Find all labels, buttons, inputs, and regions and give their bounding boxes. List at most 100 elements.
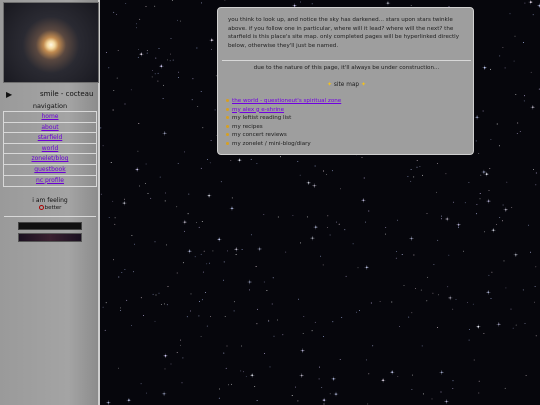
badge-stamp[interactable] xyxy=(18,233,82,242)
star xyxy=(176,272,178,274)
star xyxy=(323,170,325,172)
star xyxy=(410,180,412,182)
star xyxy=(102,145,104,147)
star-sparkle xyxy=(162,131,167,136)
star xyxy=(170,363,172,365)
star xyxy=(235,254,237,255)
star-sparkle xyxy=(486,290,491,295)
star xyxy=(329,234,331,236)
star-sparkle xyxy=(321,397,327,403)
star xyxy=(523,42,524,43)
star-sparkle xyxy=(257,246,262,252)
star xyxy=(535,184,537,186)
star xyxy=(233,310,235,312)
star xyxy=(254,386,256,388)
star xyxy=(121,272,123,274)
star xyxy=(473,359,475,361)
sitemap-link-alex-g-shrine[interactable]: my alex g e-shrine xyxy=(232,107,284,113)
star-sparkle xyxy=(139,51,144,57)
star xyxy=(339,359,341,360)
star xyxy=(411,312,413,314)
star xyxy=(513,60,515,62)
nav-item-about[interactable]: about xyxy=(4,123,96,134)
star xyxy=(441,215,442,217)
nav-item-world[interactable]: world xyxy=(4,144,96,155)
star-sparkle xyxy=(476,324,481,329)
star xyxy=(176,206,178,208)
star xyxy=(511,206,513,208)
star xyxy=(157,72,159,74)
star xyxy=(263,281,265,283)
star xyxy=(490,297,492,299)
star xyxy=(357,267,359,269)
star xyxy=(410,169,412,170)
star-sparkle xyxy=(530,104,536,110)
star-sparkle xyxy=(126,398,132,403)
star xyxy=(372,345,374,347)
star xyxy=(223,261,225,263)
star xyxy=(523,100,525,102)
star xyxy=(117,50,119,51)
star xyxy=(499,216,501,218)
nav-item-guestbook[interactable]: guestbook xyxy=(4,165,96,176)
star xyxy=(137,56,139,58)
star xyxy=(245,375,247,377)
star xyxy=(326,227,328,229)
star-sparkle xyxy=(481,169,487,175)
star xyxy=(490,139,492,140)
star xyxy=(192,78,194,80)
nav-item-nc-profile[interactable]: nc profile xyxy=(4,176,96,187)
star-bullet-icon xyxy=(226,116,229,120)
star-sparkle xyxy=(310,235,315,241)
star-bullet-icon xyxy=(226,124,229,128)
star xyxy=(194,256,196,258)
nav-item-zonelet-blog[interactable]: zonelet/blog xyxy=(4,154,96,165)
star xyxy=(197,106,199,107)
star xyxy=(358,309,360,311)
star xyxy=(452,308,454,310)
star xyxy=(512,327,514,329)
star-sparkle xyxy=(439,370,444,375)
star xyxy=(206,263,208,265)
nav-item-home[interactable]: home xyxy=(4,112,96,123)
star xyxy=(325,173,327,175)
star xyxy=(268,321,270,323)
star xyxy=(479,193,481,194)
badge-stamp[interactable] xyxy=(18,222,82,230)
star xyxy=(114,217,116,219)
star xyxy=(488,190,490,192)
star xyxy=(277,319,278,321)
star xyxy=(118,276,120,278)
star xyxy=(416,166,418,168)
star-sparkle xyxy=(209,37,214,43)
star xyxy=(198,226,200,228)
play-icon[interactable]: ▶ xyxy=(6,90,22,99)
star xyxy=(306,216,308,218)
star xyxy=(179,344,181,346)
star xyxy=(361,157,363,159)
star xyxy=(437,327,438,329)
star xyxy=(150,197,152,199)
star xyxy=(231,383,232,385)
star xyxy=(452,380,454,382)
star xyxy=(489,167,491,169)
star xyxy=(488,274,490,276)
star xyxy=(321,387,323,388)
star xyxy=(140,383,142,385)
star xyxy=(202,127,204,129)
star xyxy=(134,243,135,245)
star xyxy=(483,333,485,334)
star xyxy=(279,156,281,158)
sitemap-link-the-world[interactable]: the world - questioneut's spiritual zone xyxy=(232,98,341,104)
star xyxy=(144,183,146,185)
star xyxy=(478,380,480,382)
star xyxy=(476,204,478,206)
star xyxy=(243,371,245,373)
nav-item-starfield[interactable]: starfield xyxy=(4,133,96,144)
star xyxy=(502,220,503,222)
star xyxy=(196,222,197,224)
star xyxy=(145,5,147,7)
star-sparkle xyxy=(513,252,519,258)
star xyxy=(433,263,435,265)
star xyxy=(368,210,370,212)
